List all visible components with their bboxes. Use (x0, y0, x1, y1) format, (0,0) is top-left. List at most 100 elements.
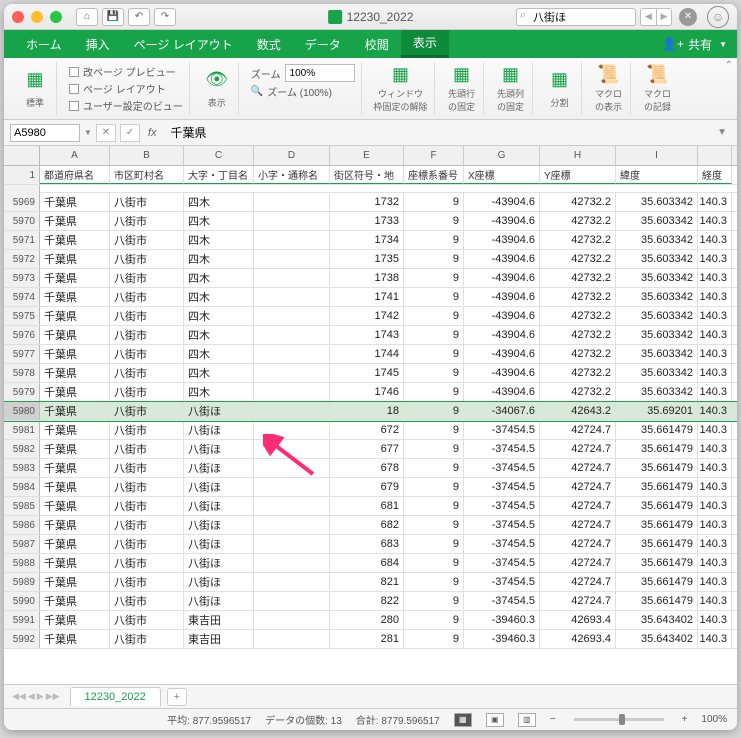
cell[interactable]: 四木 (184, 288, 254, 306)
cell[interactable]: 9 (404, 326, 464, 344)
cell[interactable]: 35.603342 (616, 307, 698, 325)
cell[interactable]: 八街ほ (184, 497, 254, 515)
cell[interactable]: 八街市 (110, 269, 184, 287)
cell[interactable]: 18 (330, 402, 404, 420)
cell[interactable] (254, 630, 330, 648)
cell[interactable]: 千葉県 (40, 326, 110, 344)
row-num[interactable]: 5974 (4, 288, 40, 306)
cell[interactable]: 1733 (330, 212, 404, 230)
cell[interactable]: -43904.6 (464, 383, 540, 401)
cell[interactable]: 八街市 (110, 326, 184, 344)
cell[interactable]: 42732.2 (540, 307, 616, 325)
cell[interactable]: 42732.2 (540, 269, 616, 287)
table-row[interactable]: 5974千葉県八街市四木17419-43904.642732.235.60334… (4, 288, 737, 307)
cell[interactable]: 八街市 (110, 288, 184, 306)
cell[interactable]: 八街市 (110, 383, 184, 401)
cell[interactable]: 140.3 (698, 554, 732, 572)
cell[interactable] (254, 535, 330, 553)
qa-redo-icon[interactable]: ↷ (154, 8, 176, 26)
table-row[interactable]: 5969千葉県八街市四木17329-43904.642732.235.60334… (4, 193, 737, 212)
cell[interactable] (254, 250, 330, 268)
table-row[interactable]: 5970千葉県八街市四木17339-43904.642732.235.60334… (4, 212, 737, 231)
table-row[interactable]: 5984千葉県八街市八街ほ6799-37454.542724.735.66147… (4, 478, 737, 497)
cell[interactable] (254, 383, 330, 401)
cell[interactable]: 140.3 (698, 212, 732, 230)
cell[interactable]: 八街市 (110, 231, 184, 249)
cell[interactable]: 9 (404, 554, 464, 572)
row-num[interactable]: 5975 (4, 307, 40, 325)
cell[interactable]: 9 (404, 250, 464, 268)
zoom-out-icon[interactable]: − (550, 714, 556, 725)
cell[interactable]: -37454.5 (464, 573, 540, 591)
cell[interactable]: -37454.5 (464, 516, 540, 534)
cell[interactable]: 42732.2 (540, 288, 616, 306)
qa-save-icon[interactable]: 💾 (102, 8, 124, 26)
header-cell[interactable]: 都道府県名 (40, 166, 110, 184)
col-header[interactable]: F (404, 146, 464, 165)
col-header[interactable]: G (464, 146, 540, 165)
menu-6[interactable]: 表示 (401, 30, 449, 58)
cell[interactable]: 八街ほ (184, 592, 254, 610)
cell[interactable] (254, 307, 330, 325)
cell[interactable]: 140.3 (698, 497, 732, 515)
cell[interactable]: 八街ほ (184, 516, 254, 534)
cell[interactable]: 千葉県 (40, 288, 110, 306)
cell[interactable]: 1734 (330, 231, 404, 249)
cell[interactable]: 42724.7 (540, 497, 616, 515)
cell[interactable]: 東吉田 (184, 630, 254, 648)
cell[interactable]: 35.661479 (616, 592, 698, 610)
tab-first-icon[interactable]: ◀◀ (12, 691, 26, 702)
cell[interactable]: 280 (330, 611, 404, 629)
cell[interactable] (254, 478, 330, 496)
row-num[interactable]: 5982 (4, 440, 40, 458)
cell[interactable]: 千葉県 (40, 250, 110, 268)
cell[interactable]: 四木 (184, 250, 254, 268)
search-clear-icon[interactable]: ✕ (679, 8, 697, 26)
cell[interactable]: 140.3 (698, 611, 732, 629)
cell[interactable]: 1738 (330, 269, 404, 287)
cell[interactable]: -37454.5 (464, 421, 540, 439)
cell[interactable]: -43904.6 (464, 193, 540, 211)
menu-5[interactable]: 校閲 (353, 30, 401, 58)
cell[interactable]: 9 (404, 497, 464, 515)
view-opt-0[interactable]: 改ページ プレビュー (69, 64, 183, 79)
cell[interactable]: 35.69201 (616, 402, 698, 420)
cell[interactable]: 9 (404, 364, 464, 382)
cell[interactable] (254, 345, 330, 363)
cell[interactable]: 四木 (184, 193, 254, 211)
cell[interactable]: 八街市 (110, 592, 184, 610)
cell[interactable]: 八街市 (110, 554, 184, 572)
row-num[interactable]: 5987 (4, 535, 40, 553)
cell[interactable]: 千葉県 (40, 611, 110, 629)
view-options-icon[interactable]: 👁 (202, 64, 232, 94)
row-num[interactable]: 5986 (4, 516, 40, 534)
view-opt-1[interactable]: ページ レイアウト (69, 81, 183, 96)
cell[interactable]: -43904.6 (464, 307, 540, 325)
cell[interactable]: -43904.6 (464, 345, 540, 363)
cell[interactable]: 35.661479 (616, 535, 698, 553)
zoom-input[interactable] (285, 64, 355, 82)
cell[interactable]: 281 (330, 630, 404, 648)
cell[interactable]: 684 (330, 554, 404, 572)
cell[interactable]: 42724.7 (540, 516, 616, 534)
cell[interactable] (254, 497, 330, 515)
zoom-slider[interactable] (574, 718, 664, 721)
split-icon[interactable]: ▦ (545, 64, 575, 94)
cell[interactable]: 四木 (184, 345, 254, 363)
freeze-pane-icon[interactable]: ▦ (386, 64, 416, 85)
table-row[interactable]: 5990千葉県八街市八街ほ8229-37454.542724.735.66147… (4, 592, 737, 611)
cell[interactable]: -43904.6 (464, 326, 540, 344)
header-cell[interactable]: 緯度 (616, 166, 698, 184)
cell[interactable]: 140.3 (698, 459, 732, 477)
cell[interactable]: 672 (330, 421, 404, 439)
cell[interactable] (254, 516, 330, 534)
cell[interactable]: 八街ほ (184, 459, 254, 477)
cell[interactable]: 9 (404, 269, 464, 287)
menu-1[interactable]: 挿入 (74, 30, 122, 58)
cell[interactable]: 9 (404, 383, 464, 401)
table-row[interactable]: 5982千葉県八街市八街ほ6779-37454.542724.735.66147… (4, 440, 737, 459)
cell[interactable]: 42693.4 (540, 630, 616, 648)
cell[interactable]: 140.3 (698, 383, 732, 401)
cell[interactable] (254, 459, 330, 477)
cell[interactable]: 35.603342 (616, 250, 698, 268)
